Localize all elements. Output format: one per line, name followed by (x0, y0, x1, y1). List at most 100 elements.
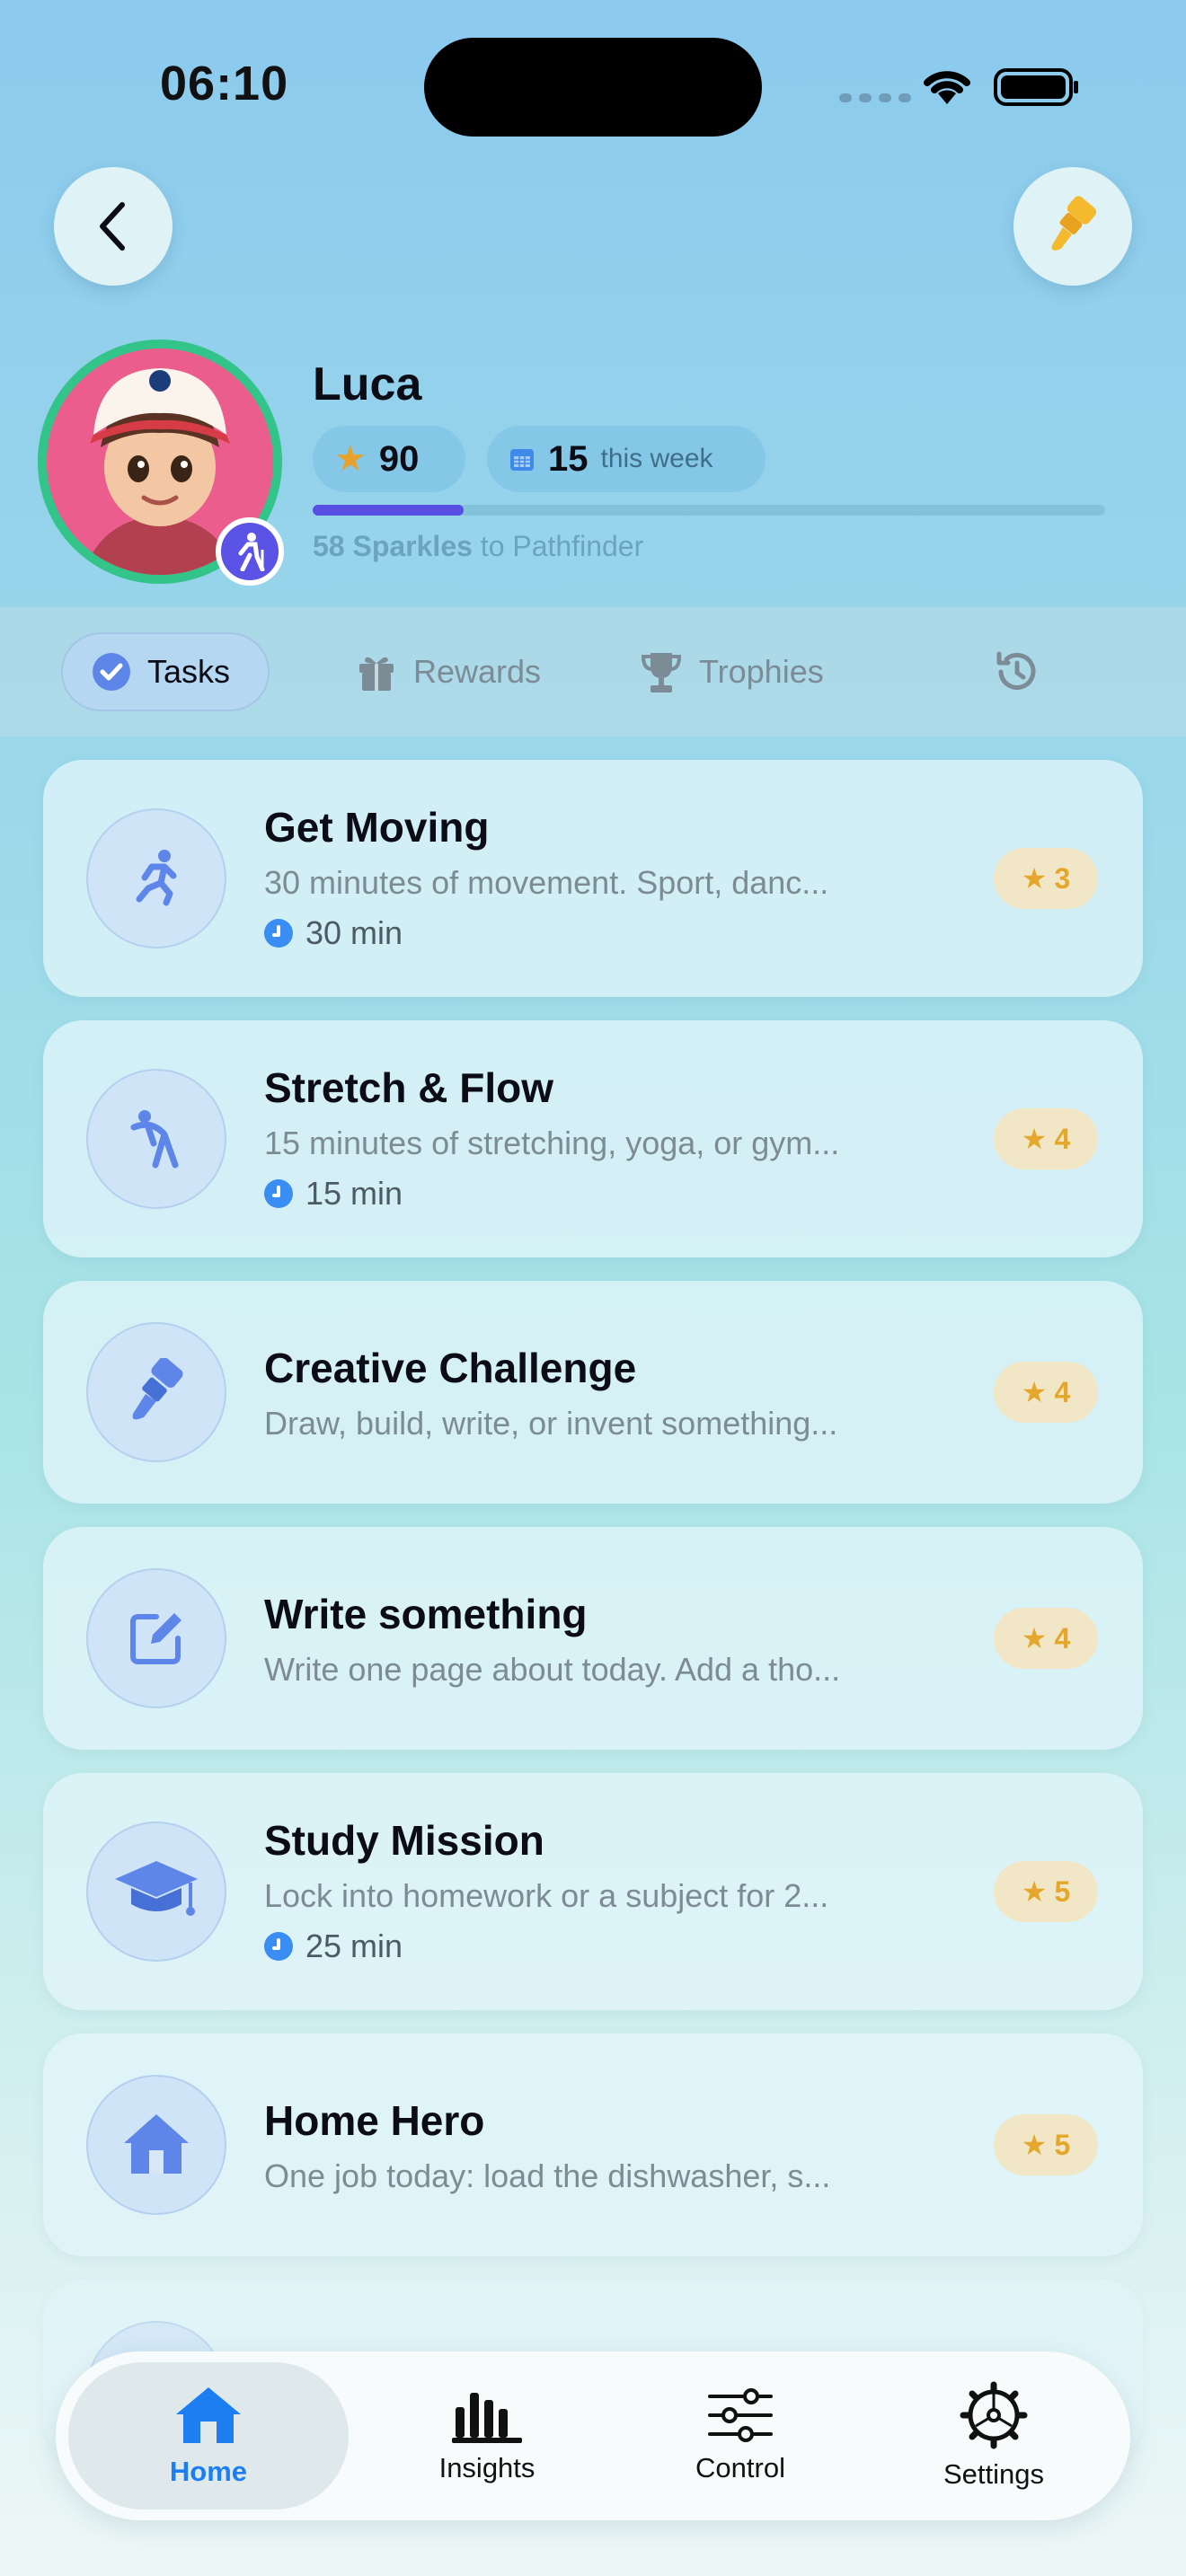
task-card-creative-challenge[interactable]: Creative Challenge Draw, build, write, o… (43, 1281, 1143, 1504)
week-pill: 15 this week (487, 426, 766, 492)
task-duration: 25 min (264, 1928, 403, 1965)
task-description: Lock into homework or a subject for 2... (264, 1877, 829, 1914)
reward-value: 4 (1054, 1122, 1071, 1155)
battery-icon (994, 68, 1078, 106)
task-icon-wrap (86, 808, 226, 948)
tab-rewards-label: Rewards (413, 653, 542, 690)
reward-value: 4 (1054, 1621, 1071, 1654)
level-progress-fill (313, 505, 464, 516)
progress-caption: 58 Sparkles to Pathfinder (313, 530, 643, 563)
dynamic-island (424, 38, 762, 137)
task-duration-label: 15 min (305, 1175, 403, 1212)
nav-insights-label: Insights (438, 2452, 535, 2483)
task-title: Get Moving (264, 804, 490, 851)
calendar-icon (510, 449, 534, 471)
star-icon: ★ (1021, 1376, 1048, 1408)
task-icon-wrap (86, 1568, 226, 1708)
star-icon: ★ (334, 439, 367, 479)
stretch-icon (130, 1110, 179, 1169)
task-card-get-moving[interactable]: Get Moving 30 minutes of movement. Sport… (43, 760, 1143, 997)
task-title: Study Mission (264, 1817, 544, 1864)
task-description: 30 minutes of movement. Sport, danc... (264, 864, 829, 901)
tab-tasks[interactable]: Tasks (61, 632, 270, 711)
hiker-badge-icon (216, 517, 284, 586)
nav-control[interactable]: Control (651, 2351, 830, 2520)
nav-settings[interactable]: Settings (904, 2351, 1084, 2520)
reward-pill: ★ 4 (994, 1108, 1098, 1169)
tab-tasks-label: Tasks (147, 653, 231, 690)
star-icon: ★ (1021, 1875, 1048, 1908)
nav-insights[interactable]: Insights (397, 2351, 577, 2520)
back-button[interactable] (54, 167, 173, 286)
task-title: Creative Challenge (264, 1345, 637, 1391)
task-icon-wrap (86, 1822, 226, 1962)
paintbrush-icon (1051, 196, 1097, 251)
tab-trophies-label: Trophies (699, 653, 824, 690)
star-icon: ★ (1021, 862, 1048, 895)
tab-history[interactable] (992, 632, 1042, 711)
task-icon-wrap (86, 2075, 226, 2215)
tab-trophies[interactable]: Trophies (640, 632, 824, 711)
reward-value: 4 (1054, 1375, 1071, 1408)
reward-value: 5 (1054, 2128, 1071, 2161)
cellular-signal-icon (839, 93, 911, 102)
wifi-icon (924, 71, 970, 104)
bar-chart-icon (452, 2393, 522, 2443)
nav-control-label: Control (695, 2452, 785, 2483)
bottom-navigation: Home Insights Control Settings (56, 2351, 1130, 2520)
reward-value: 5 (1054, 1875, 1071, 1908)
paintbrush-icon (132, 1358, 183, 1420)
reward-pill: ★ 5 (994, 1861, 1098, 1922)
stars-count: 90 (378, 438, 420, 479)
nav-home[interactable]: Home (68, 2362, 349, 2510)
task-title: Home Hero (264, 2097, 485, 2144)
checkmark-circle-icon (93, 653, 130, 691)
history-icon (996, 651, 1036, 690)
gear-icon (960, 2381, 1028, 2449)
task-card-study-mission[interactable]: Study Mission Lock into homework or a su… (43, 1773, 1143, 2010)
pencil-square-icon (130, 1613, 181, 1664)
sliders-icon (708, 2388, 773, 2442)
sparkles-remaining: 58 Sparkles (313, 530, 473, 562)
nav-settings-label: Settings (943, 2458, 1044, 2490)
task-icon-wrap (86, 1322, 226, 1462)
next-level: to Pathfinder (480, 530, 644, 562)
reward-value: 3 (1054, 861, 1071, 895)
task-card-home-hero[interactable]: Home Hero One job today: load the dishwa… (43, 2033, 1143, 2256)
week-label: this week (600, 444, 713, 473)
graduation-cap-icon (115, 1861, 198, 1916)
tab-bar: Tasks Rewards Trophies (0, 607, 1186, 737)
tab-rewards[interactable]: Rewards (356, 632, 541, 711)
task-title: Stretch & Flow (264, 1064, 554, 1111)
house-icon (124, 2114, 189, 2174)
clock-icon (264, 919, 293, 948)
profile-name: Luca (313, 358, 422, 410)
task-title: Write something (264, 1591, 588, 1637)
star-icon: ★ (1021, 1123, 1048, 1155)
stars-pill: ★ 90 (313, 426, 465, 492)
week-count: 15 (548, 438, 589, 479)
task-description: 15 minutes of stretching, yoga, or gym..… (264, 1125, 840, 1161)
star-icon: ★ (1021, 1622, 1048, 1654)
theme-brush-button[interactable] (1013, 167, 1132, 286)
running-icon (136, 850, 177, 906)
clock-icon (264, 1932, 293, 1961)
nav-home-label: Home (169, 2456, 248, 2487)
task-description: Draw, build, write, or invent something.… (264, 1405, 838, 1442)
task-card-write-something[interactable]: Write something Write one page about tod… (43, 1527, 1143, 1750)
gift-icon (359, 657, 394, 691)
task-duration-label: 30 min (305, 914, 403, 951)
task-card-stretch-flow[interactable]: Stretch & Flow 15 minutes of stretching,… (43, 1020, 1143, 1257)
reward-pill: ★ 4 (994, 1362, 1098, 1423)
level-progress-bar (313, 505, 1105, 516)
reward-pill: ★ 4 (994, 1608, 1098, 1669)
trophy-icon (641, 653, 682, 693)
clock-icon (264, 1179, 293, 1208)
task-icon-wrap (86, 1069, 226, 1209)
task-description: One job today: load the dishwasher, s... (264, 2157, 831, 2194)
reward-pill: ★ 5 (994, 2114, 1098, 2175)
star-icon: ★ (1021, 2129, 1048, 2161)
task-duration-label: 25 min (305, 1928, 403, 1964)
chevron-left-icon (100, 202, 125, 251)
reward-pill: ★ 3 (994, 848, 1098, 909)
